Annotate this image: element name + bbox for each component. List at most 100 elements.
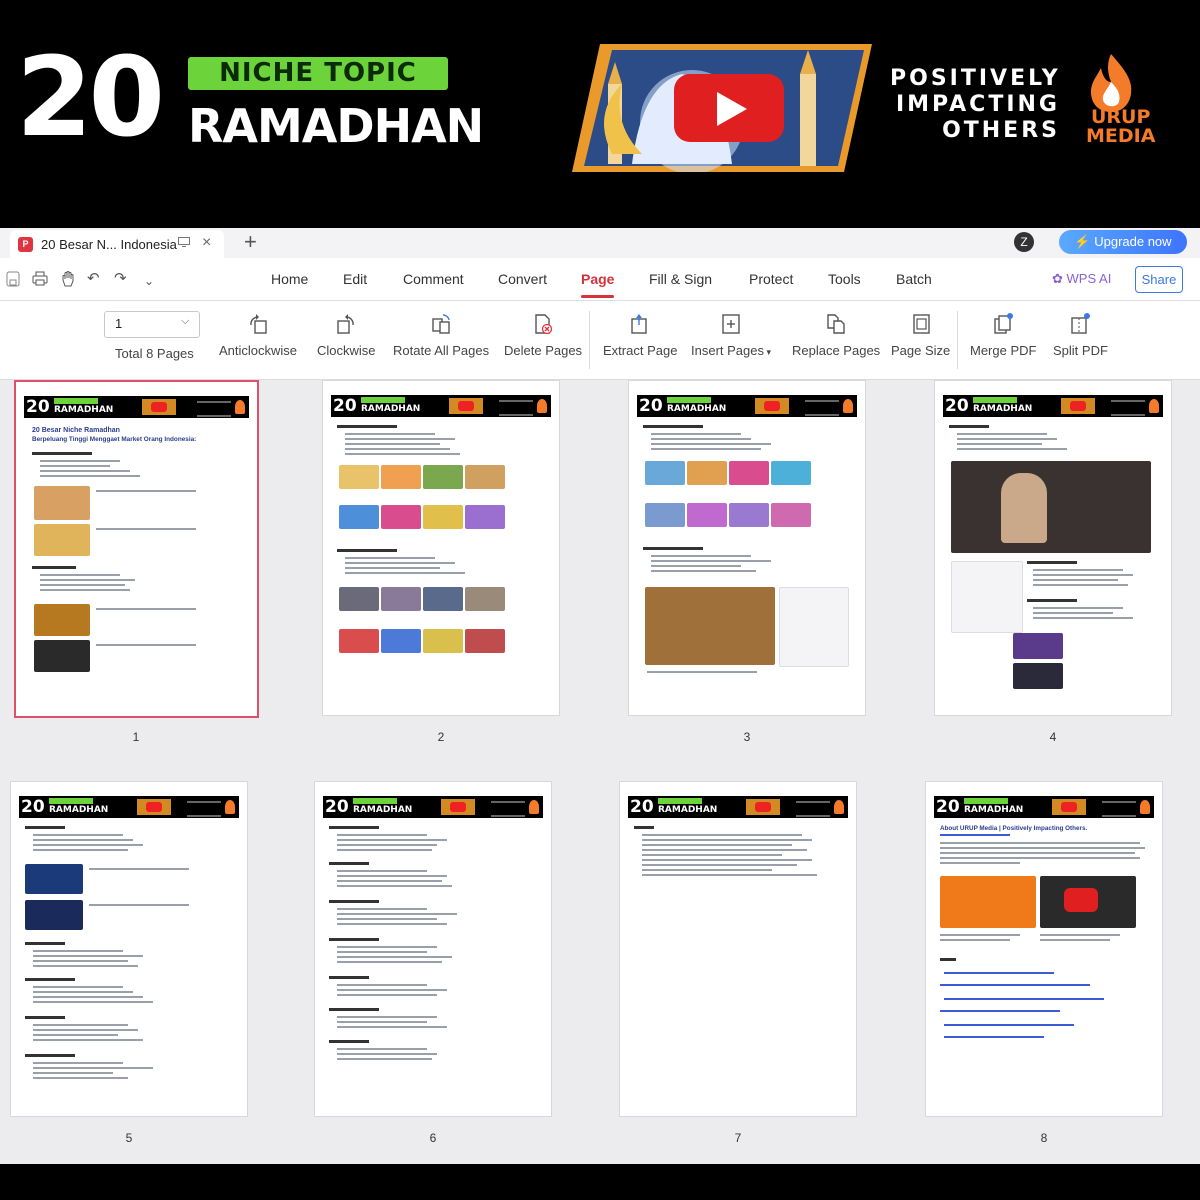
- page-size-label: Page Size: [891, 343, 951, 358]
- anticlockwise-label: Anticlockwise: [219, 343, 298, 358]
- banner-title: RAMADHAN: [188, 99, 484, 153]
- text-line: [89, 904, 189, 906]
- text-line: [940, 862, 1020, 864]
- stats-panel-image: [779, 587, 849, 667]
- text-line: [33, 996, 143, 998]
- menu-fill-sign[interactable]: Fill & Sign: [649, 271, 712, 287]
- anticlockwise-button[interactable]: Anticlockwise: [219, 313, 297, 358]
- text-line: [940, 847, 1145, 849]
- text-line: [33, 955, 143, 957]
- menu-comment[interactable]: Comment: [403, 271, 464, 287]
- text-line: [33, 849, 128, 851]
- text-line: [643, 425, 703, 428]
- split-pdf-button[interactable]: Split PDF: [1053, 313, 1108, 358]
- page-thumbnail-5[interactable]: 20 RAMADHAN: [10, 781, 248, 1117]
- pdf-icon: P: [18, 236, 33, 252]
- person-image: [1001, 473, 1047, 543]
- video-thumbnail: [423, 465, 463, 489]
- screen-icon[interactable]: [178, 237, 190, 247]
- page-thumbnail-7[interactable]: 20 RAMADHAN: [619, 781, 857, 1117]
- video-thumbnail: [940, 876, 1036, 928]
- text-line: [651, 433, 741, 435]
- page-thumbnail-2[interactable]: 20 RAMADHAN: [322, 380, 560, 716]
- banner-badge: NICHE TOPIC: [188, 57, 448, 90]
- account-avatar[interactable]: Z: [1014, 232, 1034, 252]
- text-line: [337, 844, 437, 846]
- text-line: [1040, 934, 1120, 936]
- page-size-button[interactable]: Page Size: [891, 313, 950, 358]
- banner-number: 20: [16, 33, 165, 161]
- text-line: [337, 913, 457, 915]
- more-chevron-icon[interactable]: ⌄: [144, 272, 154, 290]
- text-line: [33, 986, 123, 988]
- page-thumbnail-4[interactable]: 20 RAMADHAN: [934, 380, 1172, 716]
- undo-icon[interactable]: ↶: [87, 270, 100, 288]
- page-thumbnail-1[interactable]: 20 RAMADHAN 20 Besar Niche Ramadhan Berpe…: [14, 380, 259, 718]
- clockwise-button[interactable]: Clockwise: [317, 313, 376, 358]
- page1-heading: 20 Besar Niche Ramadhan: [32, 427, 120, 434]
- text-line: [642, 869, 772, 871]
- mini-banner: 20 RAMADHAN: [637, 395, 857, 417]
- text-line: [33, 991, 133, 993]
- share-button[interactable]: Share: [1135, 266, 1183, 293]
- menu-page[interactable]: Page: [581, 271, 614, 287]
- extract-page-button[interactable]: Extract Page: [603, 313, 677, 358]
- text-line: [337, 1048, 427, 1050]
- document-tab[interactable]: P 20 Besar N... Indonesia ×: [10, 230, 224, 258]
- page-thumbnail-6[interactable]: 20 RAMADHAN: [314, 781, 552, 1117]
- ribbon-divider: [589, 311, 590, 369]
- menu-edit[interactable]: Edit: [343, 271, 367, 287]
- page-number-label: 5: [125, 1131, 133, 1145]
- page-number-label: 4: [1049, 730, 1057, 744]
- print-icon[interactable]: [32, 271, 48, 286]
- text-line: [337, 923, 447, 925]
- replace-pages-label: Replace Pages: [792, 343, 881, 358]
- text-line: [337, 839, 447, 841]
- menu-tools[interactable]: Tools: [828, 271, 861, 287]
- text-line: [957, 438, 1057, 440]
- redo-icon[interactable]: ↷: [114, 270, 127, 288]
- menu-protect[interactable]: Protect: [749, 271, 793, 287]
- insert-pages-button[interactable]: Insert Pages ▾: [691, 313, 771, 358]
- tagline-line-2: IMPACTING: [895, 92, 1060, 117]
- text-line: [651, 555, 751, 557]
- text-line: [33, 960, 128, 962]
- menu-batch[interactable]: Batch: [896, 271, 932, 287]
- text-line: [337, 1058, 432, 1060]
- video-thumbnail: [729, 461, 769, 485]
- replace-pages-button[interactable]: Replace Pages: [792, 313, 880, 358]
- text-line: [642, 864, 797, 866]
- hand-tool-icon[interactable]: [60, 270, 76, 287]
- rotate-all-pages-button[interactable]: Rotate All Pages: [393, 313, 489, 358]
- menu-convert[interactable]: Convert: [498, 271, 547, 287]
- insert-page-icon: [722, 314, 740, 334]
- new-tab-button[interactable]: +: [244, 230, 257, 254]
- text-line: [33, 1067, 153, 1069]
- text-line: [940, 852, 1135, 854]
- extract-page-icon: [631, 314, 647, 334]
- brand-line-2: MEDIA: [1086, 125, 1156, 147]
- link-line: [944, 998, 1104, 1000]
- menu-home[interactable]: Home: [271, 271, 308, 287]
- text-line: [40, 460, 120, 462]
- text-line: [651, 565, 741, 567]
- page-number-label: 3: [743, 730, 751, 744]
- text-line: [1033, 612, 1113, 614]
- text-line: [1033, 617, 1133, 619]
- text-line: [33, 1001, 153, 1003]
- page-thumbnail-3[interactable]: 20 RAMADHAN: [628, 380, 866, 716]
- page-thumbnail-8[interactable]: 20 RAMADHAN About URUP Media | Positively…: [925, 781, 1163, 1117]
- merge-pdf-button[interactable]: Merge PDF: [970, 313, 1036, 358]
- save-icon[interactable]: [6, 271, 20, 287]
- text-line: [345, 453, 460, 455]
- wps-ai-button[interactable]: ✿ WPS AI: [1052, 271, 1111, 287]
- split-pdf-label: Split PDF: [1053, 343, 1108, 358]
- page-number-select[interactable]: 1 ⌵: [104, 311, 200, 338]
- close-tab-icon[interactable]: ×: [202, 235, 211, 251]
- delete-pages-button[interactable]: Delete Pages: [504, 313, 582, 358]
- text-line: [329, 900, 379, 903]
- page8-heading: About URUP Media | Positively Impacting …: [940, 825, 1088, 832]
- video-thumbnail: [465, 629, 505, 653]
- rotate-right-icon: [337, 314, 354, 334]
- upgrade-button[interactable]: ⚡ Upgrade now: [1059, 230, 1187, 254]
